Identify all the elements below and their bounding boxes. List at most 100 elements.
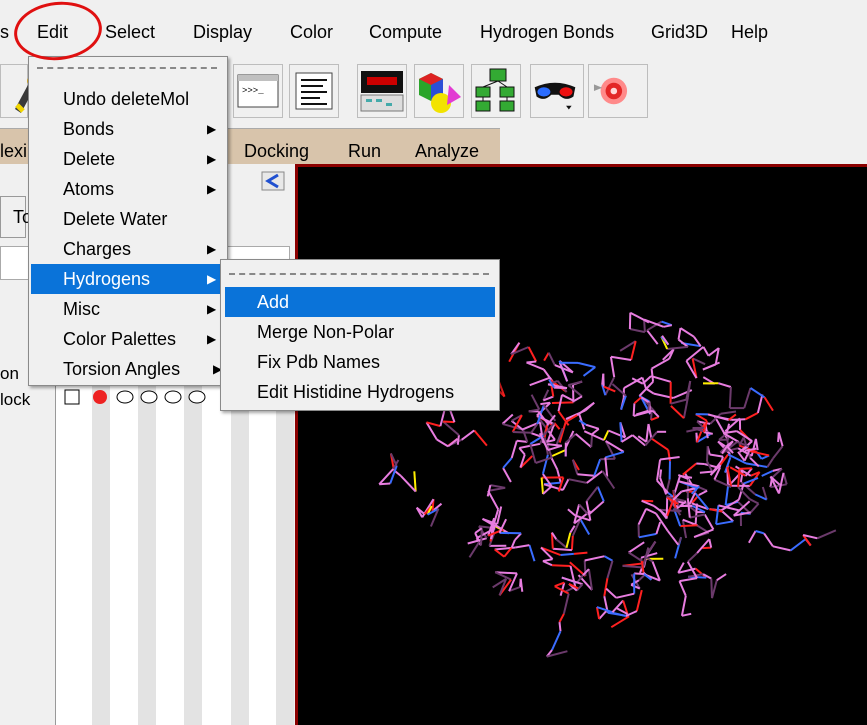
menu-item-delete-water[interactable]: Delete Water xyxy=(31,204,225,234)
bond xyxy=(598,610,607,620)
stereo-glasses-icon[interactable] xyxy=(530,64,584,118)
bond xyxy=(510,440,518,459)
bond xyxy=(677,536,683,546)
bond xyxy=(550,449,566,458)
bond xyxy=(494,548,505,558)
menu-display[interactable]: Display xyxy=(193,22,252,43)
bond xyxy=(638,573,646,582)
bond xyxy=(689,513,706,519)
bond xyxy=(743,476,759,485)
3d-viewer[interactable] xyxy=(295,164,867,725)
bond xyxy=(568,478,587,484)
bond xyxy=(749,498,760,505)
menu-item-color-palettes[interactable]: Color Palettes ▶ xyxy=(31,324,225,354)
bond xyxy=(681,612,692,617)
bond xyxy=(558,621,562,632)
bond xyxy=(590,434,594,448)
menu-item-charges[interactable]: Charges ▶ xyxy=(31,234,225,264)
menu-item-merge-non-polar[interactable]: Merge Non-Polar xyxy=(225,317,495,347)
bond xyxy=(480,528,483,546)
bond xyxy=(743,387,752,409)
bond xyxy=(681,519,688,539)
bond xyxy=(628,551,643,562)
menu-color[interactable]: Color xyxy=(290,22,333,43)
panel-button[interactable]: To xyxy=(0,196,32,238)
lighting-icon[interactable] xyxy=(588,64,648,118)
bond xyxy=(518,447,526,456)
menu-edit[interactable]: Edit xyxy=(37,22,68,43)
bond xyxy=(501,413,514,425)
menu-item-atoms[interactable]: Atoms ▶ xyxy=(31,174,225,204)
menu-item-add[interactable]: Add xyxy=(225,287,495,317)
bond xyxy=(610,355,632,361)
bond xyxy=(663,324,672,328)
bond xyxy=(542,560,553,567)
bond xyxy=(728,386,732,409)
bond xyxy=(680,524,698,528)
bond xyxy=(558,613,565,623)
tab-analyze[interactable]: Analyze xyxy=(415,141,479,162)
bond xyxy=(682,462,697,476)
dashboard-icon[interactable] xyxy=(357,64,407,118)
back-arrow-button[interactable] xyxy=(252,166,298,196)
bond xyxy=(541,454,549,475)
bond xyxy=(702,361,720,371)
network-icon[interactable] xyxy=(471,64,521,118)
bond xyxy=(667,449,671,462)
bond xyxy=(703,514,715,530)
menu-item-fix-pdb-names[interactable]: Fix Pdb Names xyxy=(225,347,495,377)
menu-item-misc[interactable]: Misc ▶ xyxy=(31,294,225,324)
bond xyxy=(529,443,537,464)
bond xyxy=(551,630,562,651)
bond xyxy=(530,432,540,437)
menu-grid3d[interactable]: Grid3D xyxy=(651,22,708,43)
menu-item-bonds[interactable]: Bonds ▶ xyxy=(31,114,225,144)
protein-structure xyxy=(378,309,837,658)
bond xyxy=(789,538,807,552)
bond xyxy=(637,508,648,526)
bond xyxy=(763,532,774,547)
brush-icon[interactable] xyxy=(0,64,35,118)
bond xyxy=(703,431,713,435)
bond xyxy=(547,352,556,366)
menu-tearoff[interactable] xyxy=(37,67,217,69)
python-shell-icon[interactable]: >>>_ xyxy=(233,64,283,118)
bond xyxy=(555,538,568,549)
menu-item-partial[interactable]: s xyxy=(0,22,9,43)
tab-partial[interactable]: lexi xyxy=(0,141,27,162)
bond xyxy=(515,544,530,549)
menu-help[interactable]: Help xyxy=(731,22,768,43)
menu-item-edit-histidine[interactable]: Edit Histidine Hydrogens xyxy=(225,377,495,407)
shapes-icon[interactable] xyxy=(414,64,464,118)
bond xyxy=(606,560,614,579)
menu-item-torsion-angles[interactable]: Torsion Angles ▶ xyxy=(31,354,225,384)
tab-docking[interactable]: Docking xyxy=(244,141,309,162)
bond xyxy=(659,469,663,478)
bond xyxy=(715,520,734,526)
bond xyxy=(487,490,500,510)
menu-item-hydrogens[interactable]: Hydrogens ▶ xyxy=(31,264,225,294)
menu-item-undo[interactable]: Undo deleteMol xyxy=(31,84,225,114)
text-lines-icon[interactable] xyxy=(289,64,339,118)
bond xyxy=(577,361,596,369)
bond xyxy=(651,357,670,370)
bond xyxy=(646,329,659,345)
tab-run[interactable]: Run xyxy=(348,141,381,162)
submenu-arrow-icon: ▶ xyxy=(207,152,217,166)
bond xyxy=(567,508,576,517)
submenu-arrow-icon: ▶ xyxy=(207,182,217,196)
bond xyxy=(666,530,680,546)
bond xyxy=(604,555,614,562)
bond xyxy=(716,573,727,582)
bond xyxy=(744,412,759,421)
menu-item-delete[interactable]: Delete ▶ xyxy=(31,144,225,174)
menu-tearoff[interactable] xyxy=(229,273,489,275)
menu-select[interactable]: Select xyxy=(105,22,155,43)
bond xyxy=(514,532,522,541)
menu-compute[interactable]: Compute xyxy=(369,22,442,43)
menu-hydrogen-bonds[interactable]: Hydrogen Bonds xyxy=(480,22,614,43)
bond xyxy=(686,497,691,518)
bond xyxy=(512,431,532,434)
bond xyxy=(528,544,536,562)
panel-label-lock: lock xyxy=(0,390,31,409)
